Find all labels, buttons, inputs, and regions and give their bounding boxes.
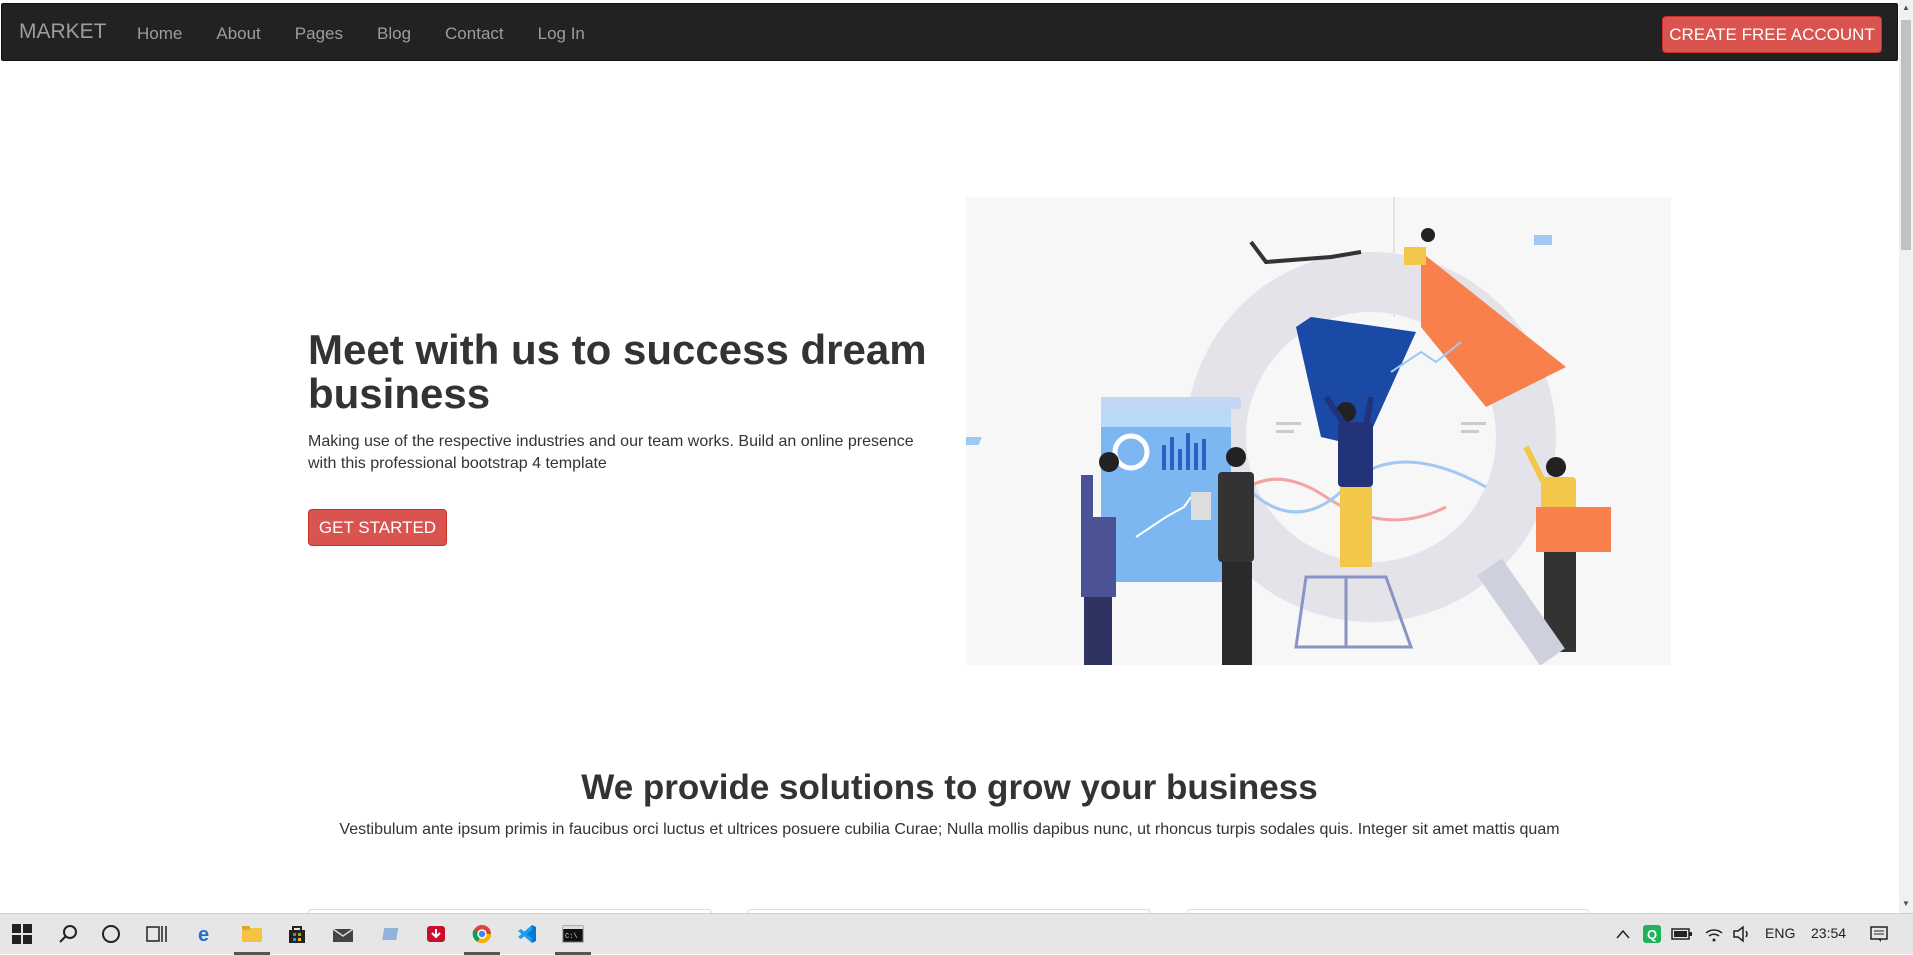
- solutions-title: We provide solutions to grow your busine…: [581, 768, 1318, 807]
- terminal-icon[interactable]: C:\: [561, 922, 585, 946]
- wifi-icon[interactable]: [1702, 922, 1726, 946]
- show-hidden-icons-icon[interactable]: [1611, 922, 1635, 946]
- scroll-down-icon[interactable]: ▼: [1901, 899, 1911, 909]
- top-navbar: MARKET Home About Pages Blog Contact Log…: [1, 3, 1898, 61]
- download-icon[interactable]: [424, 922, 448, 946]
- task-view-icon[interactable]: [145, 922, 169, 946]
- windows-start-icon[interactable]: [10, 922, 34, 946]
- app-icon[interactable]: [380, 922, 404, 946]
- volume-icon[interactable]: [1730, 922, 1754, 946]
- edge-icon[interactable]: e: [194, 922, 218, 946]
- clock-time[interactable]: 23:54: [1811, 925, 1846, 941]
- search-icon[interactable]: [56, 922, 80, 946]
- store-icon[interactable]: [285, 922, 309, 946]
- page-scrollbar[interactable]: ▲ ▼: [1899, 0, 1913, 913]
- scroll-thumb[interactable]: [1901, 20, 1911, 250]
- vscode-icon[interactable]: [515, 922, 539, 946]
- hero-title: Meet with us to success dream business: [308, 326, 927, 417]
- nav-menu: Home About Pages Blog Contact Log In: [137, 24, 585, 44]
- language-indicator[interactable]: ENG: [1765, 925, 1795, 941]
- scroll-up-icon[interactable]: ▲: [1901, 3, 1911, 13]
- nav-item-about[interactable]: About: [216, 24, 260, 44]
- cortana-icon[interactable]: [99, 922, 123, 946]
- svg-text:Q: Q: [1647, 927, 1657, 942]
- nav-item-blog[interactable]: Blog: [377, 24, 411, 44]
- brand-logo[interactable]: MARKET: [19, 20, 107, 44]
- file-explorer-icon[interactable]: [240, 922, 264, 946]
- hero-description: Making use of the respective industries …: [308, 433, 914, 472]
- nav-item-pages[interactable]: Pages: [295, 24, 343, 44]
- nav-item-home[interactable]: Home: [137, 24, 182, 44]
- hero-illustration: [960, 197, 1671, 672]
- get-started-button[interactable]: GET STARTED: [308, 509, 447, 546]
- mail-icon[interactable]: [331, 922, 355, 946]
- notifications-icon[interactable]: [1867, 922, 1891, 946]
- svg-text:C:\: C:\: [565, 933, 578, 941]
- tray-app-icon[interactable]: Q: [1640, 922, 1664, 946]
- chrome-icon[interactable]: [470, 922, 494, 946]
- nav-item-contact[interactable]: Contact: [445, 24, 504, 44]
- create-account-button[interactable]: CREATE FREE ACCOUNT: [1662, 16, 1882, 53]
- battery-icon[interactable]: [1670, 922, 1694, 946]
- windows-taskbar: e C:\ Q ENG 23:54: [0, 913, 1913, 955]
- solutions-description: Vestibulum ante ipsum primis in faucibus…: [339, 821, 1560, 838]
- nav-item-login[interactable]: Log In: [538, 24, 585, 44]
- svg-text:e: e: [198, 924, 209, 944]
